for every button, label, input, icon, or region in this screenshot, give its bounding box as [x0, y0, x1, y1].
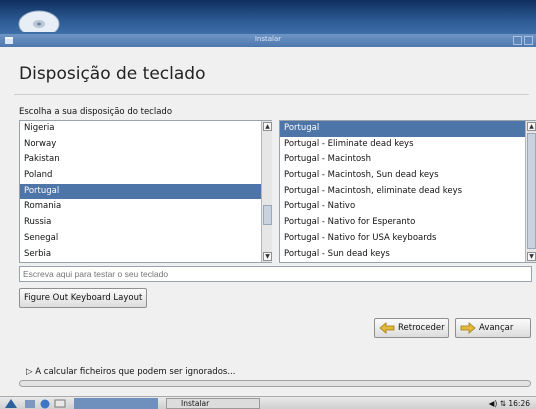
scroll-down-arrow-icon[interactable]: ▼: [263, 252, 272, 261]
taskbar-task-label: Instalar: [181, 399, 210, 408]
scroll-up-arrow-icon[interactable]: ▲: [527, 122, 536, 131]
country-list-scrollbar[interactable]: ▲ ▼: [261, 121, 272, 262]
forward-button[interactable]: Avançar: [455, 318, 531, 338]
start-menu-icon[interactable]: [4, 398, 18, 409]
country-list-item[interactable]: Portugal: [20, 183, 271, 200]
variant-list-item[interactable]: Portugal - Macintosh, eliminate dead key…: [280, 184, 536, 200]
country-list-item[interactable]: Senegal: [20, 231, 271, 247]
progress-status-text: A calcular ficheiros que podem ser ignor…: [35, 367, 236, 377]
scroll-down-arrow-icon[interactable]: ▼: [527, 252, 536, 261]
divider: [14, 94, 529, 95]
variant-list-item[interactable]: Portugal - Sun dead keys: [280, 247, 536, 263]
workspace-switcher[interactable]: [74, 398, 158, 409]
window-titlebar[interactable]: Instalar: [0, 34, 536, 47]
variant-list-item[interactable]: Portugal - Nativo for USA keyboards: [280, 231, 536, 247]
layout-prompt-label: Escolha a sua disposição do teclado: [19, 107, 173, 117]
variant-list-item[interactable]: Portugal - Nativo for Esperanto: [280, 215, 536, 231]
variant-list-item[interactable]: Portugal - Eliminate dead keys: [280, 137, 536, 153]
expander-arrow-icon[interactable]: ▷: [26, 367, 33, 377]
country-list-item[interactable]: Poland: [20, 168, 271, 184]
page-title: Disposição de teclado: [19, 64, 206, 84]
arrow-right-icon: [460, 321, 476, 334]
variant-list-item[interactable]: Portugal - Macintosh: [280, 152, 536, 168]
country-list-item[interactable]: Russia: [20, 215, 271, 231]
installer-window: Disposição de teclado Escolha a sua disp…: [0, 47, 536, 396]
country-list-item[interactable]: Serbia: [20, 247, 271, 263]
country-list-item[interactable]: Norway: [20, 137, 271, 153]
scroll-thumb[interactable]: [527, 133, 536, 249]
keyboard-test-input[interactable]: [19, 266, 532, 282]
variant-list-item[interactable]: Portugal - Macintosh, Sun dead keys: [280, 168, 536, 184]
show-desktop-icon[interactable]: [54, 398, 66, 409]
variant-list-scrollbar[interactable]: ▲ ▼: [525, 121, 536, 262]
variant-list-item[interactable]: Portugal - Nativo: [280, 199, 536, 215]
minimize-button[interactable]: [513, 36, 522, 45]
country-list[interactable]: Nigeria Norway Pakistan Poland Portugal Roman…: [19, 120, 272, 263]
network-icon[interactable]: ⇅: [500, 399, 506, 408]
forward-button-label: Avançar: [479, 323, 514, 333]
system-tray: ◀) ⇅ 16:26: [489, 398, 530, 409]
variant-list-item[interactable]: Portugal: [280, 121, 536, 137]
cd-icon[interactable]: [18, 2, 60, 32]
taskbar-task-installer[interactable]: Instalar: [166, 398, 260, 409]
country-list-item[interactable]: Romania: [20, 199, 271, 215]
maximize-button[interactable]: [524, 36, 533, 45]
file-manager-icon[interactable]: [24, 398, 36, 409]
clock[interactable]: 16:26: [508, 399, 530, 408]
taskbar: Instalar ◀) ⇅ 16:26: [0, 396, 536, 409]
figure-out-layout-button[interactable]: Figure Out Keyboard Layout: [19, 288, 148, 308]
scroll-up-arrow-icon[interactable]: ▲: [263, 122, 272, 131]
window-title: Instalar: [254, 35, 282, 43]
back-button-label: Retroceder: [398, 323, 445, 333]
volume-icon[interactable]: ◀): [489, 399, 498, 408]
arrow-left-icon: [379, 321, 395, 334]
country-list-item[interactable]: Pakistan: [20, 152, 271, 168]
progress-bar: [19, 380, 531, 387]
variant-list[interactable]: Portugal Portugal - Eliminate dead keys Po…: [279, 120, 536, 263]
back-button[interactable]: Retroceder: [374, 318, 449, 338]
progress-status[interactable]: ▷ A calcular ficheiros que podem ser ign…: [26, 367, 235, 377]
country-list-item[interactable]: Nigeria: [20, 121, 271, 137]
scroll-thumb[interactable]: [263, 205, 272, 225]
desktop-background: [0, 0, 536, 34]
web-browser-icon[interactable]: [39, 398, 51, 409]
